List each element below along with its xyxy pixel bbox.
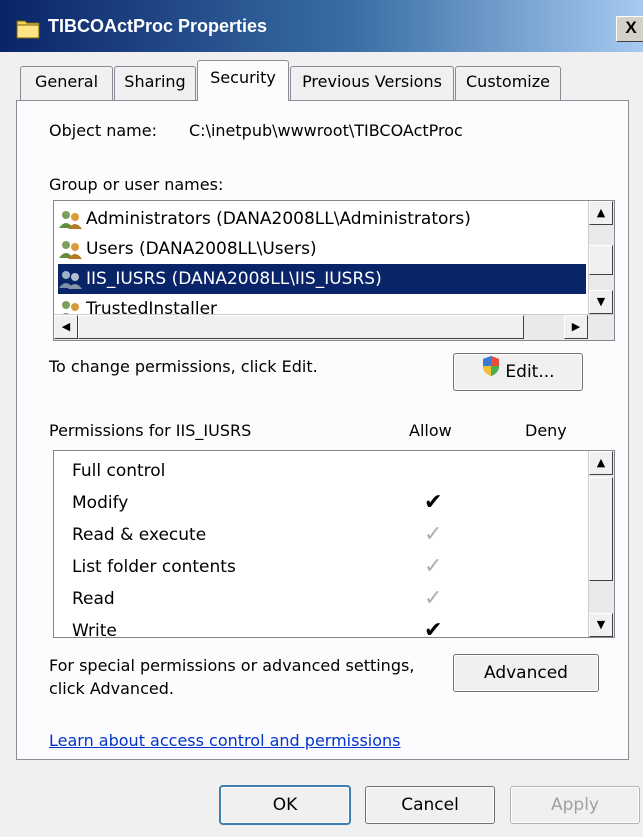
scroll-up-arrow-icon[interactable]: ▲ bbox=[589, 201, 613, 225]
list-item-users[interactable]: Users (DANA2008LL\Users) bbox=[58, 234, 317, 264]
users-horizontal-scrollbar[interactable]: ◀ ▶ bbox=[54, 314, 614, 340]
tab-previous-versions[interactable]: Previous Versions bbox=[290, 66, 454, 100]
checkmark-icon: ✔ bbox=[424, 490, 443, 515]
permission-name: List folder contents bbox=[72, 557, 236, 577]
uac-shield-icon bbox=[481, 354, 501, 390]
user-name: IIS_IUSRS (DANA2008LL\IIS_IUSRS) bbox=[86, 269, 382, 289]
scroll-thumb[interactable] bbox=[589, 477, 613, 581]
title-bar[interactable]: TIBCOActProc Properties bbox=[0, 0, 643, 52]
scroll-up-arrow-icon[interactable]: ▲ bbox=[589, 451, 613, 475]
permission-row-write: Write ✔ bbox=[72, 615, 592, 638]
window-title: TIBCOActProc Properties bbox=[48, 16, 268, 36]
list-item-iis-iusrs[interactable]: IIS_IUSRS (DANA2008LL\IIS_IUSRS) bbox=[58, 264, 586, 294]
special-permissions-hint-line2: click Advanced. bbox=[49, 679, 174, 698]
permissions-header: Permissions for IIS_IUSRS bbox=[49, 421, 252, 440]
permission-row-full-control: Full control bbox=[72, 455, 592, 487]
user-group-icon bbox=[58, 239, 84, 259]
permission-name: Read & execute bbox=[72, 525, 207, 545]
permission-name: Read bbox=[72, 589, 115, 609]
deny-column-header: Deny bbox=[525, 421, 567, 440]
user-name: Administrators (DANA2008LL\Administrator… bbox=[86, 209, 471, 229]
group-or-user-names-label: Group or user names: bbox=[49, 175, 224, 194]
ok-button[interactable]: OK bbox=[220, 786, 350, 824]
tab-sharing[interactable]: Sharing bbox=[114, 66, 196, 100]
edit-button[interactable]: Edit... bbox=[453, 353, 583, 391]
permission-name: Full control bbox=[72, 461, 166, 481]
checkmark-icon: ✓ bbox=[424, 554, 443, 579]
permission-row-modify: Modify ✔ bbox=[72, 487, 592, 519]
scroll-down-arrow-icon[interactable]: ▼ bbox=[589, 290, 613, 314]
permission-row-read: Read ✓ bbox=[72, 583, 592, 615]
tab-security[interactable]: Security bbox=[197, 60, 289, 101]
special-permissions-hint-line1: For special permissions or advanced sett… bbox=[49, 656, 415, 675]
permission-name: Modify bbox=[72, 493, 129, 513]
permission-name: Write bbox=[72, 621, 117, 638]
properties-dialog: TIBCOActProc Properties X General Sharin… bbox=[0, 0, 643, 837]
scroll-thumb[interactable] bbox=[589, 245, 613, 275]
checkmark-icon: ✓ bbox=[424, 522, 443, 547]
allow-column-header: Allow bbox=[409, 421, 452, 440]
edit-button-label: Edit... bbox=[505, 362, 555, 382]
scroll-right-arrow-icon[interactable]: ▶ bbox=[564, 315, 588, 339]
close-button[interactable]: X bbox=[616, 16, 643, 42]
folder-icon bbox=[16, 17, 40, 39]
checkmark-icon: ✔ bbox=[424, 618, 443, 638]
user-name: Users (DANA2008LL\Users) bbox=[86, 239, 317, 259]
scroll-down-arrow-icon[interactable]: ▼ bbox=[589, 613, 613, 637]
scroll-left-arrow-icon[interactable]: ◀ bbox=[54, 315, 78, 339]
object-name-label: Object name: bbox=[49, 121, 157, 140]
user-group-icon bbox=[58, 269, 84, 289]
apply-button[interactable]: Apply bbox=[510, 786, 640, 824]
tab-customize[interactable]: Customize bbox=[455, 66, 561, 100]
change-permissions-hint: To change permissions, click Edit. bbox=[49, 357, 318, 376]
permission-row-list-folder-contents: List folder contents ✓ bbox=[72, 551, 592, 583]
user-group-icon bbox=[58, 209, 84, 229]
permissions-vertical-scrollbar[interactable]: ▲ ▼ bbox=[588, 451, 614, 637]
checkmark-icon: ✓ bbox=[424, 586, 443, 611]
advanced-button[interactable]: Advanced bbox=[453, 654, 599, 692]
security-tab-panel: Object name: C:\inetpub\wwwroot\TIBCOAct… bbox=[16, 100, 629, 760]
list-item-administrators[interactable]: Administrators (DANA2008LL\Administrator… bbox=[58, 204, 471, 234]
tab-general[interactable]: General bbox=[20, 66, 113, 100]
scroll-thumb-horizontal[interactable] bbox=[78, 315, 524, 339]
learn-access-control-link[interactable]: Learn about access control and permissio… bbox=[49, 731, 401, 750]
cancel-button[interactable]: Cancel bbox=[365, 786, 495, 824]
users-vertical-scrollbar[interactable]: ▲ ▼ bbox=[588, 201, 614, 314]
object-name-value: C:\inetpub\wwwroot\TIBCOActProc bbox=[189, 121, 463, 140]
permissions-listbox[interactable]: Full control Modify ✔ Read & execute ✓ L… bbox=[53, 450, 615, 638]
users-listbox[interactable]: Administrators (DANA2008LL\Administrator… bbox=[53, 200, 615, 341]
permission-row-read-execute: Read & execute ✓ bbox=[72, 519, 592, 551]
